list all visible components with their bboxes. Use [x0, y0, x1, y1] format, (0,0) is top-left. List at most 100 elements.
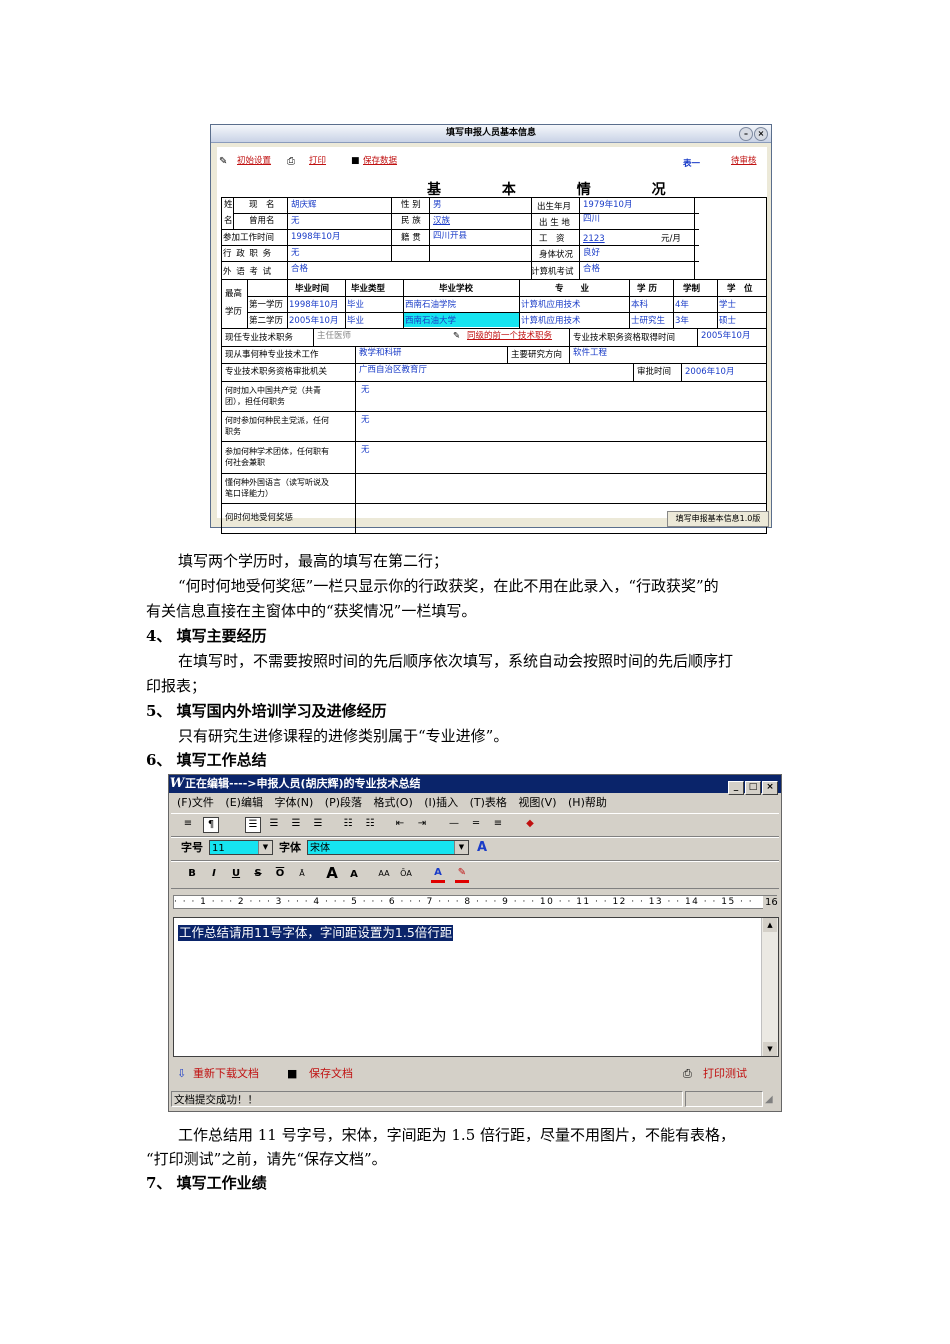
save-document-button[interactable]: 保存文档: [309, 1061, 353, 1087]
menu-paragraph[interactable]: (P)段落: [325, 796, 362, 809]
underline-icon[interactable]: U: [229, 867, 243, 881]
bullet-list-icon[interactable]: ☷: [341, 817, 355, 831]
font-size-select[interactable]: 11 ▼: [209, 840, 273, 855]
value-gender[interactable]: 男: [433, 200, 442, 211]
edu1-years[interactable]: 4年: [675, 300, 689, 311]
line-triple-icon[interactable]: ≡: [491, 817, 505, 831]
maximize-button[interactable]: □: [745, 781, 761, 795]
value-foreign-exam[interactable]: 合格: [291, 264, 308, 275]
edu2-years[interactable]: 3年: [675, 316, 689, 327]
close-icon[interactable]: ×: [754, 127, 768, 141]
chevron-down-icon[interactable]: ▼: [454, 841, 468, 854]
menu-help[interactable]: (H)帮助: [568, 796, 607, 809]
value-work-field[interactable]: 教学和科研: [359, 348, 402, 359]
resize-grip-icon[interactable]: ◢: [765, 1092, 773, 1108]
section-heading: 7、 填写工作业绩: [146, 1174, 267, 1192]
value-native-place[interactable]: 四川开县: [433, 231, 467, 242]
text-direction-icon[interactable]: ≡: [181, 817, 195, 831]
value-approve-time[interactable]: 2006年10月: [685, 367, 734, 378]
edu2-degree-level[interactable]: 士研究生: [631, 316, 665, 327]
menu-table[interactable]: (T)表格: [470, 796, 507, 809]
print-link[interactable]: 打印: [309, 156, 326, 167]
scroll-down-icon[interactable]: ▼: [763, 1042, 777, 1056]
value-computer-exam[interactable]: 合格: [583, 264, 600, 275]
value-health[interactable]: 良好: [583, 248, 600, 259]
menu-format[interactable]: 格式(O): [374, 796, 413, 809]
char-spacing-icon[interactable]: Ā: [295, 867, 309, 881]
outdent-icon[interactable]: ⇤: [393, 817, 407, 831]
edu1-school[interactable]: 西南石油学院: [405, 300, 456, 311]
numbered-list-icon[interactable]: ☷: [363, 817, 377, 831]
download-icon: ⇩: [177, 1067, 187, 1080]
value-birthplace[interactable]: 四川: [583, 214, 600, 225]
edu1-degree-level[interactable]: 本科: [631, 300, 648, 311]
superscript-icon[interactable]: AA: [377, 867, 391, 881]
overline-icon[interactable]: O: [273, 867, 287, 881]
value-current-name[interactable]: 胡庆辉: [291, 200, 317, 211]
value-work-start[interactable]: 1998年10月: [291, 232, 340, 243]
prev-post-link[interactable]: 同级的前一个技术职务: [467, 331, 552, 342]
value-tech-date[interactable]: 2005年10月: [701, 331, 750, 342]
value-ethnicity[interactable]: 汉族: [433, 216, 450, 227]
line-single-icon[interactable]: —: [447, 817, 461, 831]
label-democratic-2: 职务: [225, 427, 241, 436]
subscript-icon[interactable]: ŌA: [399, 867, 413, 881]
edu2-date[interactable]: 2005年10月: [289, 316, 338, 327]
menu-file[interactable]: (F)文件: [177, 796, 214, 809]
value-research[interactable]: 软件工程: [573, 348, 607, 359]
value-society[interactable]: 无: [361, 445, 370, 456]
selected-text[interactable]: 工作总结请用11号字体，字间距设置为1.5倍行距: [178, 925, 454, 941]
edu2-major[interactable]: 计算机应用技术: [521, 316, 581, 327]
minimize-button[interactable]: _: [728, 781, 744, 795]
bold-icon[interactable]: B: [185, 867, 199, 881]
value-salary[interactable]: 2123: [583, 234, 605, 245]
vertical-scrollbar[interactable]: ▲ ▼: [761, 918, 778, 1056]
chevron-down-icon[interactable]: ▼: [258, 841, 272, 854]
menu-view[interactable]: 视图(V): [518, 796, 556, 809]
value-tech-post[interactable]: 主任医师: [317, 331, 351, 342]
scroll-up-icon[interactable]: ▲: [763, 918, 777, 932]
line-double-icon[interactable]: ═: [469, 817, 483, 831]
section-heading: 6、 填写工作总结: [146, 751, 267, 769]
highlight-pen-icon[interactable]: ✎: [455, 866, 469, 883]
edu1-date[interactable]: 1998年10月: [289, 300, 338, 311]
font-icon[interactable]: A: [475, 841, 489, 855]
edu1-major[interactable]: 计算机应用技术: [521, 300, 581, 311]
align-right-icon[interactable]: ☰: [289, 817, 303, 831]
value-democratic[interactable]: 无: [361, 415, 370, 426]
menu-edit[interactable]: (E)编辑: [225, 796, 263, 809]
pilcrow-icon[interactable]: ¶: [203, 817, 219, 833]
menu-font[interactable]: 字体(N): [274, 796, 313, 809]
indent-icon[interactable]: ⇥: [415, 817, 429, 831]
edu1-degree[interactable]: 学士: [719, 300, 736, 311]
italic-icon[interactable]: I: [207, 867, 221, 881]
shrink-font-icon[interactable]: A: [347, 868, 361, 882]
align-left-icon[interactable]: ☰: [245, 817, 261, 833]
justify-icon[interactable]: ☰: [311, 817, 325, 831]
font-color-icon[interactable]: A: [431, 866, 445, 883]
edu2-type[interactable]: 毕业: [347, 316, 364, 327]
value-approver[interactable]: 广西自治区教育厅: [359, 365, 427, 376]
strikethrough-icon[interactable]: S: [251, 867, 265, 881]
edu1-type[interactable]: 毕业: [347, 300, 364, 311]
font-name-select[interactable]: 宋体 ▼: [307, 840, 469, 855]
align-center-icon[interactable]: ☰: [267, 817, 281, 831]
value-birth[interactable]: 1979年10月: [583, 200, 632, 211]
minimize-icon[interactable]: –: [739, 127, 753, 141]
value-former-name[interactable]: 无: [291, 216, 300, 227]
edu2-school[interactable]: 西南石油大学: [405, 316, 456, 327]
fill-color-icon[interactable]: ◆: [523, 817, 537, 831]
ruler[interactable]: · · · 1 · · · 2 · · · 3 · · · 4 · · · 5 …: [173, 895, 777, 909]
value-party[interactable]: 无: [361, 385, 370, 396]
save-data-link[interactable]: 保存数据: [363, 156, 397, 167]
document-editor[interactable]: 工作总结请用11号字体，字间距设置为1.5倍行距 ▲ ▼: [173, 917, 779, 1057]
menu-insert[interactable]: (I)插入: [424, 796, 458, 809]
value-admin-post[interactable]: 无: [291, 248, 300, 259]
close-button[interactable]: ×: [762, 781, 778, 795]
init-settings-link[interactable]: 初始设置: [237, 156, 271, 167]
grow-font-icon[interactable]: A: [325, 866, 339, 881]
review-status[interactable]: 待审核: [731, 156, 757, 167]
edu2-degree[interactable]: 硕士: [719, 316, 736, 327]
reload-document-button[interactable]: 重新下载文档: [193, 1061, 259, 1087]
print-test-button[interactable]: 打印测试: [703, 1061, 747, 1087]
